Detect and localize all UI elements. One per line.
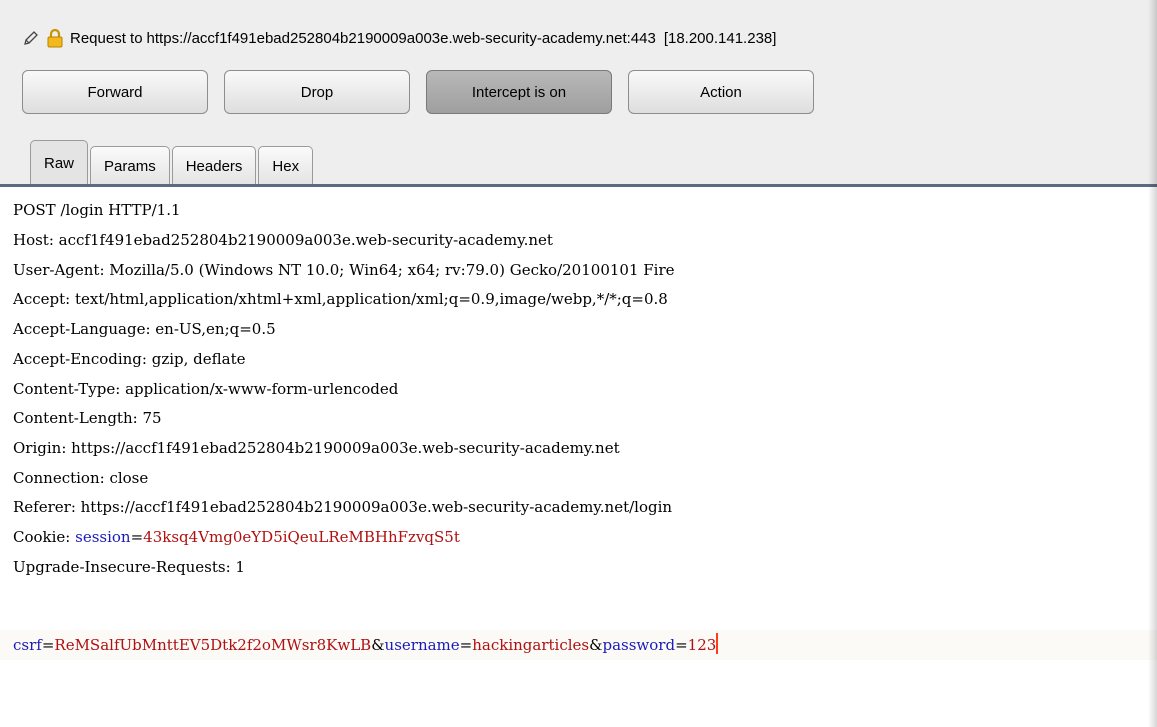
pencil-icon[interactable] — [22, 29, 40, 47]
header-origin: Origin: https://accf1f491ebad252804b2190… — [13, 439, 620, 457]
intercept-toolbar: Request to https://accf1f491ebad252804b2… — [0, 0, 1157, 187]
request-line: POST /login HTTP/1.1 — [13, 201, 181, 219]
header-accept-language: Accept-Language: en-US,en;q=0.5 — [13, 320, 276, 338]
body-equals: = — [41, 636, 55, 654]
header-upgrade-insecure-requests: Upgrade-Insecure-Requests: 1 — [13, 558, 245, 576]
body-param-password-value: 123 — [687, 636, 717, 654]
body-ampersand: & — [589, 636, 603, 654]
body-param-csrf-value: ReMSalfUbMnttEV5Dtk2f2oMWsr8KwLB — [54, 636, 372, 654]
header-cookie: Cookie: session=43ksq4Vmg0eYD5iQeuLReMBH… — [13, 524, 460, 550]
cookie-equals: = — [130, 528, 144, 546]
request-body[interactable]: csrf=ReMSalfUbMnttEV5Dtk2f2oMWsr8KwLB&us… — [13, 632, 719, 658]
tab-params[interactable]: Params — [90, 146, 170, 186]
body-equals: = — [675, 636, 688, 654]
tab-hex[interactable]: Hex — [258, 146, 314, 186]
request-target-line: Request to https://accf1f491ebad252804b2… — [22, 26, 776, 50]
message-tabs: Raw Params Headers Hex — [30, 137, 315, 186]
header-accept-encoding: Accept-Encoding: gzip, deflate — [13, 350, 246, 368]
request-url: https://accf1f491ebad252804b2190009a003e… — [146, 29, 656, 47]
body-param-username-value: hackingarticles — [472, 636, 590, 654]
header-connection: Connection: close — [13, 469, 149, 487]
header-content-type: Content-Type: application/x-www-form-url… — [13, 380, 399, 398]
forward-button[interactable]: Forward — [22, 70, 208, 114]
raw-request-editor[interactable]: POST /login HTTP/1.1 Host: accf1f491ebad… — [0, 187, 1157, 727]
window-edge-shadow — [1148, 0, 1157, 727]
drop-button[interactable]: Drop — [224, 70, 410, 114]
cookie-value: 43ksq4Vmg0eYD5iQeuLReMBHhFzvqS5t — [143, 528, 460, 546]
body-param-username-name: username — [384, 636, 460, 654]
text-caret — [716, 633, 719, 654]
header-accept: Accept: text/html,application/xhtml+xml,… — [13, 290, 668, 308]
tab-raw[interactable]: Raw — [30, 140, 89, 186]
cookie-name: session — [75, 528, 131, 546]
cookie-label: Cookie: — [13, 528, 76, 546]
body-equals: = — [459, 636, 473, 654]
tab-headers[interactable]: Headers — [171, 146, 257, 186]
header-host: Host: accf1f491ebad252804b2190009a003e.w… — [13, 231, 553, 249]
header-content-length: Content-Length: 75 — [13, 409, 162, 427]
header-user-agent: User-Agent: Mozilla/5.0 (Windows NT 10.0… — [13, 261, 675, 279]
request-label: Request to — [70, 29, 143, 47]
body-param-csrf-name: csrf — [13, 636, 42, 654]
request-ip: [18.200.141.238] — [663, 29, 777, 47]
body-ampersand: & — [371, 636, 385, 654]
action-button[interactable]: Action — [628, 70, 814, 114]
body-param-password-name: password — [602, 636, 676, 654]
lock-icon — [46, 28, 64, 48]
header-referer: Referer: https://accf1f491ebad252804b219… — [13, 498, 673, 516]
intercept-toggle-button[interactable]: Intercept is on — [426, 70, 612, 114]
